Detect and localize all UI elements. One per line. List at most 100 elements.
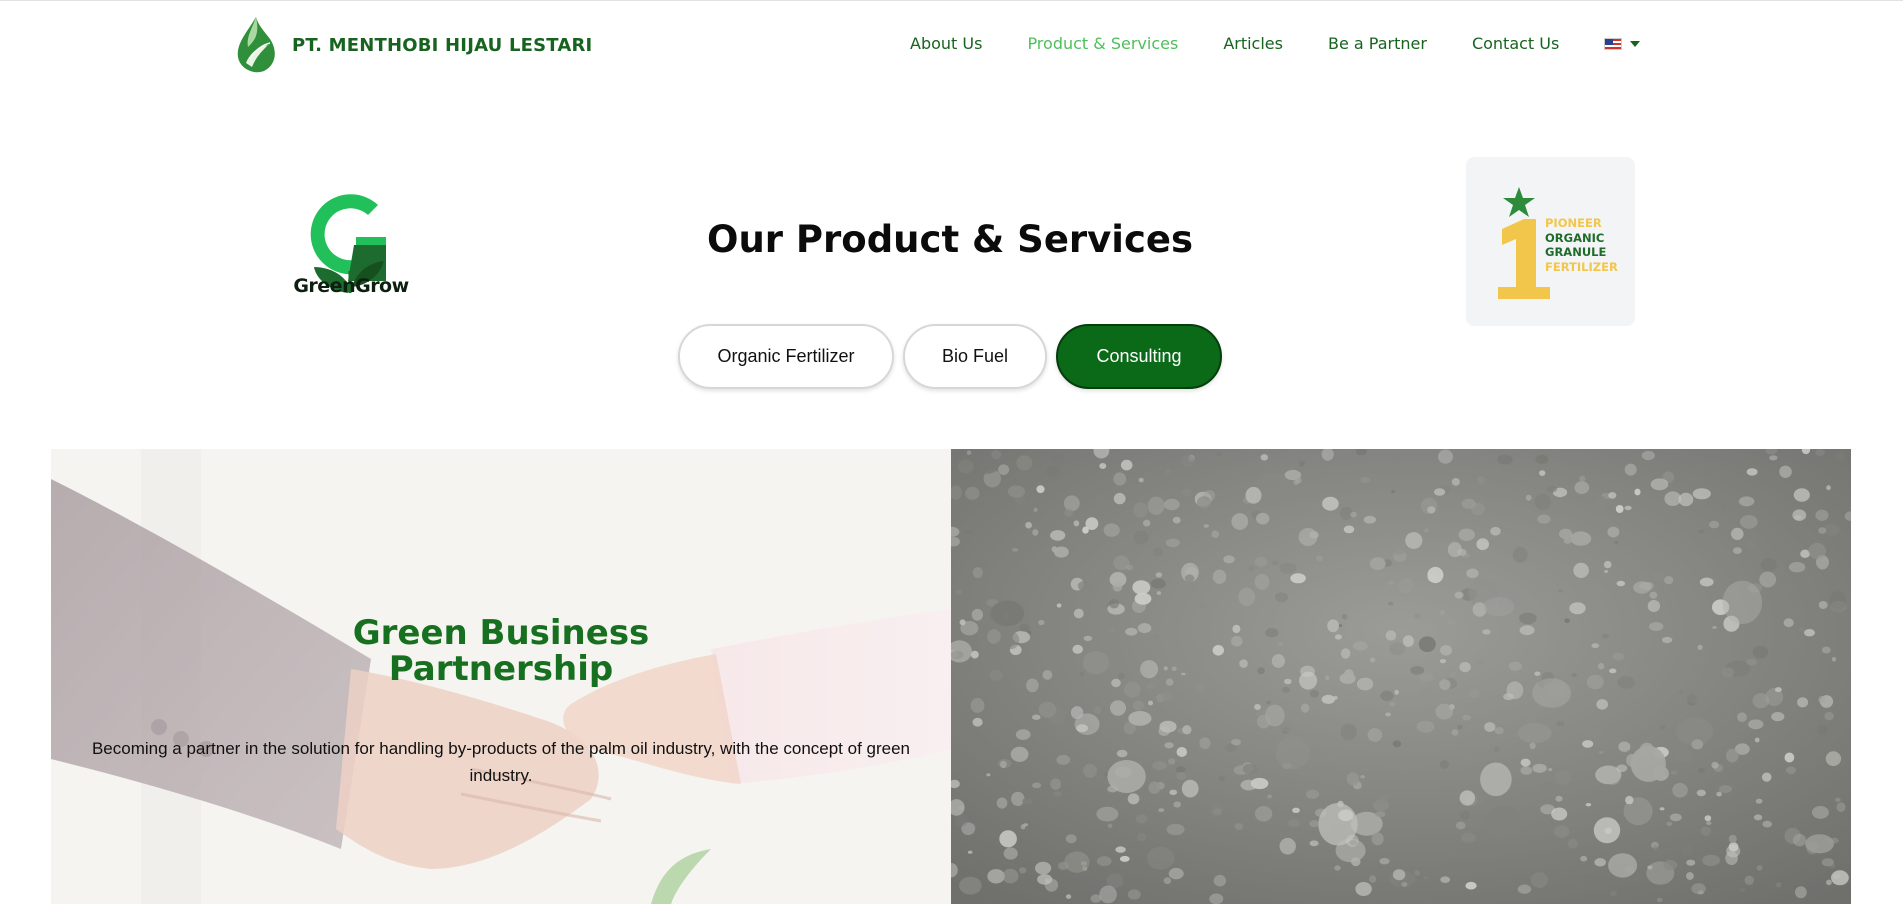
tab-organic-fertilizer[interactable]: Organic Fertilizer [678,324,894,389]
soil-granule [1085,517,1099,530]
soil-granule [1334,865,1341,871]
soil-granule [1148,781,1161,794]
soil-granule [1652,845,1660,852]
soil-granule [1360,775,1365,779]
soil-granule [1275,736,1310,770]
soil-granule [1458,528,1475,541]
soil-granule [1398,578,1414,594]
soil-granule [1391,489,1396,494]
language-selector[interactable] [1604,37,1641,50]
soil-granule [1455,821,1466,830]
soil-granule [1672,782,1688,798]
soil-granule [1811,806,1829,819]
soil-granule [1739,887,1746,892]
badge-line-pioneer: PIONEER [1545,216,1602,230]
soil-granule [1392,544,1406,555]
nav-about-us[interactable]: About Us [910,34,982,53]
soil-granule [1389,701,1396,707]
soil-granule [1290,573,1306,584]
soil-granule [1182,488,1192,497]
soil-granule [1234,823,1244,830]
soil-granule [996,797,1008,809]
site-header: PT. MENTHOBI HIJAU LESTARI About Us Prod… [0,1,1903,89]
soil-granule [1539,470,1546,476]
soil-granule [1580,855,1588,862]
soil-granule [1587,727,1602,742]
soil-granule [1722,667,1735,678]
soil-granule [1172,516,1181,524]
soil-granule [1266,700,1271,705]
soil-granule [998,464,1010,475]
soil-granule [1740,515,1758,529]
nav-product-services[interactable]: Product & Services [1027,34,1178,53]
soil-granule [1616,580,1626,587]
soil-granule [1256,512,1270,525]
soil-granule [991,450,1002,460]
soil-granule [1573,562,1589,578]
soil-granule [1759,571,1777,588]
soil-granule [1530,872,1549,888]
soil-granule [1082,651,1110,675]
soil-granule [1752,645,1769,659]
soil-granule [1099,463,1107,469]
soil-granule [1685,690,1702,704]
soil-granule [1148,700,1153,706]
soil-granule [1797,627,1806,632]
soil-granule [1480,762,1512,797]
soil-granule [1128,711,1152,726]
soil-granule [1279,837,1296,855]
soil-granule [1150,578,1166,589]
soil-granule [1064,508,1074,517]
soil-granule [1731,527,1744,540]
soil-granule [1133,530,1149,545]
soil-granule [1779,465,1792,478]
soil-granule [1519,625,1535,636]
soil-granule [1706,821,1712,826]
soil-granule [1465,881,1477,890]
soil-granule [971,608,984,621]
soil-granule [1586,674,1604,690]
soil-granule [1099,885,1117,904]
soil-granule [1003,847,1018,860]
nav-contact-us[interactable]: Contact Us [1472,34,1559,53]
soil-granule [1476,659,1483,666]
soil-granule [1609,668,1617,674]
soil-granule [1042,670,1053,680]
soil-granule [1064,851,1090,873]
soil-granule [1213,874,1227,887]
soil-granule [1650,478,1669,491]
soil-granule [1107,760,1146,793]
content-title-line2: Partnership [388,649,614,689]
soil-granule [1591,643,1600,649]
soil-granule [1563,537,1572,544]
soil-granule [997,758,1012,768]
soil-granule [1677,689,1684,695]
soil-granule [1211,530,1220,538]
soil-granule [1416,720,1435,733]
soil-granule [1037,874,1053,885]
soil-granule [1016,455,1033,471]
soil-granule [1769,455,1778,461]
soil-granule [1558,589,1563,593]
soil-granule [1010,746,1029,762]
soil-granule [1096,806,1119,822]
soil-granule [965,486,980,500]
nav-be-a-partner[interactable]: Be a Partner [1328,34,1427,53]
soil-granule [1760,557,1777,572]
soil-granule [1681,844,1693,857]
soil-granule [1140,660,1159,679]
soil-granule [955,589,962,595]
soil-granule [1083,635,1093,642]
soil-granule [1309,840,1319,847]
tab-bio-fuel[interactable]: Bio Fuel [903,324,1047,389]
nav-articles[interactable]: Articles [1223,34,1283,53]
soil-granule [1070,706,1084,720]
soil-granule [1063,495,1080,512]
soil-granule [1147,496,1165,515]
brand[interactable]: PT. MENTHOBI HIJAU LESTARI [232,15,592,75]
soil-granule [1181,455,1195,467]
soil-granule [1026,678,1039,693]
tab-consulting[interactable]: Consulting [1056,324,1222,389]
soil-granule [1011,791,1025,807]
soil-granule [1414,870,1420,876]
